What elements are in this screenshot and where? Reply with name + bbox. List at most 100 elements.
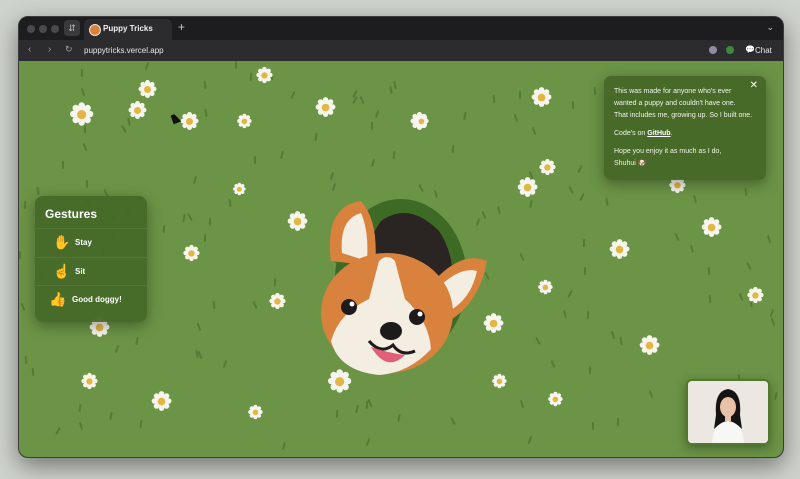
grass-blade [605, 197, 609, 207]
grass-blade [82, 142, 88, 152]
tab-puppy-tricks[interactable]: Puppy Tricks [84, 19, 172, 40]
grass-blade [212, 300, 216, 310]
new-tab-button[interactable]: + [178, 20, 185, 34]
about-text-line: This was made for anyone who's ever [614, 88, 732, 95]
zoom-window-button[interactable] [51, 25, 59, 33]
grass-blade [109, 411, 113, 421]
webcam-person-image [688, 381, 768, 443]
grass-blade [365, 437, 371, 447]
grass-blade [182, 213, 186, 223]
close-icon[interactable]: ✕ [750, 80, 758, 91]
grass-blade [519, 91, 521, 99]
extension-icon[interactable] [726, 46, 734, 54]
grass-blade [616, 417, 620, 427]
chevron-down-icon[interactable]: ⌄ [766, 22, 774, 33]
corgi-nose [380, 322, 402, 340]
grass-blade [80, 68, 84, 78]
grass-blade [689, 244, 695, 254]
corgi-right-eye [409, 309, 425, 325]
chat-button[interactable]: Chat [755, 46, 772, 55]
grass-blade [577, 164, 583, 174]
grass-blade [62, 161, 64, 169]
grass-blade [450, 417, 456, 425]
chat-bubble-icon[interactable]: 💬 [745, 45, 755, 54]
grass-blade [249, 72, 253, 82]
grass-blade [228, 198, 232, 208]
grass-blade [144, 61, 150, 71]
code-suffix: . [670, 130, 673, 137]
grass-blade [579, 192, 585, 202]
grass-blade [393, 80, 397, 90]
puppy-lawn-canvas[interactable]: Gestures ✋ Stay ☝️ Sit 👍 Good doggy! ✕ T… [19, 61, 783, 457]
grass-blade [23, 200, 27, 210]
grass-blade [692, 194, 698, 204]
grass-blade [583, 266, 587, 276]
thumbs-up-icon: 👍 [49, 291, 67, 307]
sidebar-toggle-icon[interactable]: ⇵ [64, 20, 80, 36]
reload-icon[interactable]: ↻ [65, 44, 73, 55]
gestures-title: Gestures [45, 207, 98, 221]
grass-blade [397, 413, 401, 423]
grass-blade [591, 421, 595, 431]
grass-blade [392, 150, 396, 160]
extension-icon[interactable] [709, 46, 717, 54]
grass-blade [769, 308, 775, 318]
grass-blade [568, 185, 574, 195]
grass-blade [135, 336, 139, 346]
browser-window: ⇵ Puppy Tricks + ⌄ ‹ › ↻ puppytricks.ver… [18, 16, 784, 458]
grass-blade [374, 109, 380, 119]
url-field[interactable]: puppytricks.vercel.app [84, 46, 164, 55]
webcam-preview [686, 379, 770, 445]
grass-blade [187, 212, 193, 222]
grass-blade [290, 90, 296, 100]
code-line: Code's on GitHub. [614, 128, 673, 139]
grass-blade [513, 113, 519, 123]
address-bar: ‹ › ↻ puppytricks.vercel.app 💬 Chat [19, 40, 783, 61]
grass-blade [497, 205, 501, 215]
grass-blade [253, 155, 257, 165]
grass-blade [203, 80, 207, 90]
grass-blade [281, 441, 287, 451]
grass-blade [208, 217, 212, 227]
grass-blade [370, 121, 374, 131]
grass-blade [80, 87, 86, 97]
grass-blade [744, 187, 748, 197]
close-window-button[interactable] [27, 25, 35, 33]
chevron-right-icon[interactable]: › [48, 44, 51, 55]
grass-blade [252, 300, 258, 310]
grass-blade [204, 234, 206, 242]
grass-blade [707, 266, 711, 276]
pointing-up-icon: ☝️ [53, 263, 71, 279]
chevron-left-icon[interactable]: ‹ [28, 44, 31, 55]
grass-blade [20, 302, 26, 312]
grass-blade [222, 359, 228, 369]
grass-blade [567, 289, 573, 299]
grass-blade [389, 85, 393, 95]
tab-bar: ⇵ Puppy Tricks + ⌄ [19, 17, 783, 40]
grass-blade [127, 117, 131, 127]
grass-blade [451, 144, 455, 154]
github-link[interactable]: GitHub [647, 130, 670, 137]
grass-blade [314, 132, 318, 142]
grass-blade [619, 336, 623, 346]
grass-blade [234, 61, 238, 70]
grass-blade [139, 419, 143, 429]
grass-blade [766, 234, 772, 244]
dog-icon: 🐶 [637, 160, 647, 167]
about-text-line: Hope you enjoy it as much as I do, [614, 148, 722, 155]
minimize-window-button[interactable] [39, 25, 47, 33]
grass-blade [531, 126, 537, 136]
grass-blade [204, 108, 208, 118]
grass-blade [773, 391, 779, 401]
corgi-illustration[interactable] [309, 191, 489, 381]
grass-blade [527, 435, 533, 445]
grass-blade [280, 150, 284, 160]
code-prefix: Code's on [614, 130, 648, 137]
grass-blade [648, 389, 654, 399]
grass-blade [19, 250, 22, 260]
grass-blade [708, 294, 712, 304]
grass-blade [55, 426, 61, 436]
grass-blade [463, 111, 467, 121]
grass-blade [359, 95, 365, 105]
grass-blade [36, 186, 40, 196]
